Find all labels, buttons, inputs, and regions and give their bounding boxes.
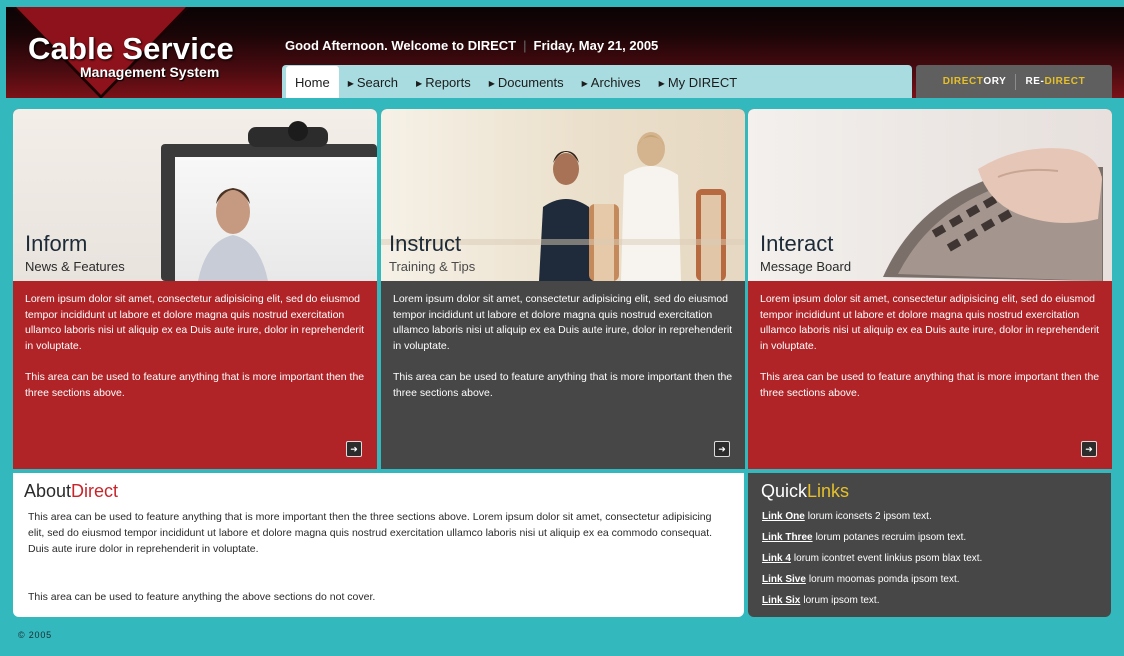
- divider: [1015, 73, 1017, 90]
- logo-title[interactable]: Cable Service: [28, 31, 234, 67]
- welcome-bar: Good Afternoon. Welcome to DIRECT | Friday…: [285, 38, 658, 53]
- quick-link[interactable]: Link One: [762, 511, 805, 522]
- copyright: © 2005: [18, 630, 52, 640]
- header: Cable Service Management System Good Aft…: [6, 7, 1124, 98]
- panel-text: Lorem ipsum dolor sit amet, consectetur …: [760, 293, 1100, 352]
- list-item: Link Six lorum ipsom text.: [762, 590, 982, 611]
- nav-label: Archives: [590, 75, 641, 90]
- panel-subtitle: News & Features: [25, 259, 125, 274]
- link-description: lorum iconsets 2 ipsom text.: [807, 511, 932, 522]
- quick-link[interactable]: Link 4: [762, 553, 791, 564]
- nav-label: Reports: [425, 75, 471, 90]
- panel-instruct: Instruct Training & Tips Lorem ipsum dol…: [381, 109, 745, 469]
- panel-subtitle: Training & Tips: [389, 259, 476, 274]
- panel-body: Lorem ipsum dolor sit amet, consectetur …: [13, 281, 377, 469]
- link-description: lorum potanes recruim ipsom text.: [815, 532, 967, 543]
- panel-text: This area can be used to feature anythin…: [760, 371, 1100, 399]
- triangle-right-icon: ▶: [658, 79, 665, 88]
- about-text: This area can be used to feature anythin…: [28, 591, 376, 603]
- redirect-link[interactable]: RE-DIRECT: [1025, 76, 1085, 87]
- quick-link[interactable]: Link Sive: [762, 574, 806, 585]
- triangle-right-icon: ▶: [347, 79, 354, 88]
- list-item: Link Sive lorum moomas pomda ipsom text.: [762, 569, 982, 590]
- link-description: lorum ipsom text.: [803, 595, 880, 606]
- list-item: Link One lorum iconsets 2 ipsom text.: [762, 506, 982, 527]
- panel-title: Inform: [25, 231, 88, 256]
- panel-body: Lorem ipsum dolor sit amet, consectetur …: [381, 281, 745, 469]
- panel-text: This area can be used to feature anythin…: [25, 371, 365, 399]
- list-item: Link 4 lorum icontret event linkius psom …: [762, 548, 982, 569]
- panel-text: This area can be used to feature anythin…: [393, 371, 733, 399]
- about-section: AboutDirect This area can be used to fea…: [13, 473, 744, 617]
- panel-body: Lorem ipsum dolor sit amet, consectetur …: [748, 281, 1112, 469]
- link-description: lorum moomas pomda ipsom text.: [808, 574, 960, 585]
- app-root: Cable Service Management System Good Aft…: [0, 0, 1124, 656]
- quick-link[interactable]: Link Three: [762, 532, 813, 543]
- nav-home[interactable]: Home: [286, 66, 339, 98]
- date-text: Friday, May 21, 2005: [533, 38, 659, 53]
- quicklinks-heading: QuickLinks: [761, 481, 850, 501]
- nav-reports[interactable]: ▶ Reports: [407, 75, 480, 98]
- divider: |: [523, 38, 527, 53]
- link-description: lorum icontret event linkius psom blax t…: [793, 553, 983, 564]
- panel-text: Lorem ipsum dolor sit amet, consectetur …: [25, 293, 365, 352]
- arrow-right-icon[interactable]: ➜: [714, 441, 730, 457]
- nav-label: Search: [356, 75, 399, 90]
- quicklinks-section: QuickLinks Link One lorum iconsets 2 ipso…: [748, 473, 1111, 617]
- triangle-right-icon: ▶: [416, 79, 423, 88]
- nav-my-direct[interactable]: ▶ My DIRECT: [650, 75, 747, 98]
- quicklinks-list: Link One lorum iconsets 2 ipsom text. Lin…: [762, 506, 982, 611]
- about-heading: AboutDirect: [24, 481, 119, 501]
- nav-archives[interactable]: ▶ Archives: [573, 75, 650, 98]
- arrow-right-icon[interactable]: ➜: [346, 441, 362, 457]
- list-item: Link Three lorum potanes recruim ipsom te…: [762, 527, 982, 548]
- greeting-text: Good Afternoon. Welcome to DIRECT: [285, 38, 517, 53]
- nav-documents[interactable]: ▶ Documents: [480, 75, 573, 98]
- arrow-right-icon[interactable]: ➜: [1081, 441, 1097, 457]
- panel-inform: Inform News & Features Lorem ipsum dolor…: [13, 109, 377, 469]
- main-nav: Home ▶ Search ▶ Reports ▶ Documents ▶ Archiv…: [282, 65, 912, 98]
- panel-title: Interact: [760, 231, 834, 256]
- about-text: This area can be used to feature anythin…: [28, 511, 713, 555]
- nav-label: My DIRECT: [667, 75, 738, 90]
- nav-label: Home: [295, 75, 330, 90]
- logo-subtitle: Management System: [80, 64, 220, 80]
- directory-link[interactable]: DIRECTORY: [943, 76, 1007, 87]
- triangle-right-icon: ▶: [488, 79, 495, 88]
- panel-subtitle: Message Board: [760, 259, 852, 274]
- directory-bar: DIRECTORY RE-DIRECT: [916, 65, 1112, 98]
- panel-text: Lorem ipsum dolor sit amet, consectetur …: [393, 293, 733, 352]
- nav-search[interactable]: ▶ Search: [339, 75, 407, 98]
- triangle-right-icon: ▶: [581, 79, 588, 88]
- quick-link[interactable]: Link Six: [762, 595, 800, 606]
- panel-title: Instruct: [389, 231, 462, 256]
- nav-label: Documents: [497, 75, 564, 90]
- panel-interact: Interact Message Board Lorem ipsum dolor…: [748, 109, 1112, 469]
